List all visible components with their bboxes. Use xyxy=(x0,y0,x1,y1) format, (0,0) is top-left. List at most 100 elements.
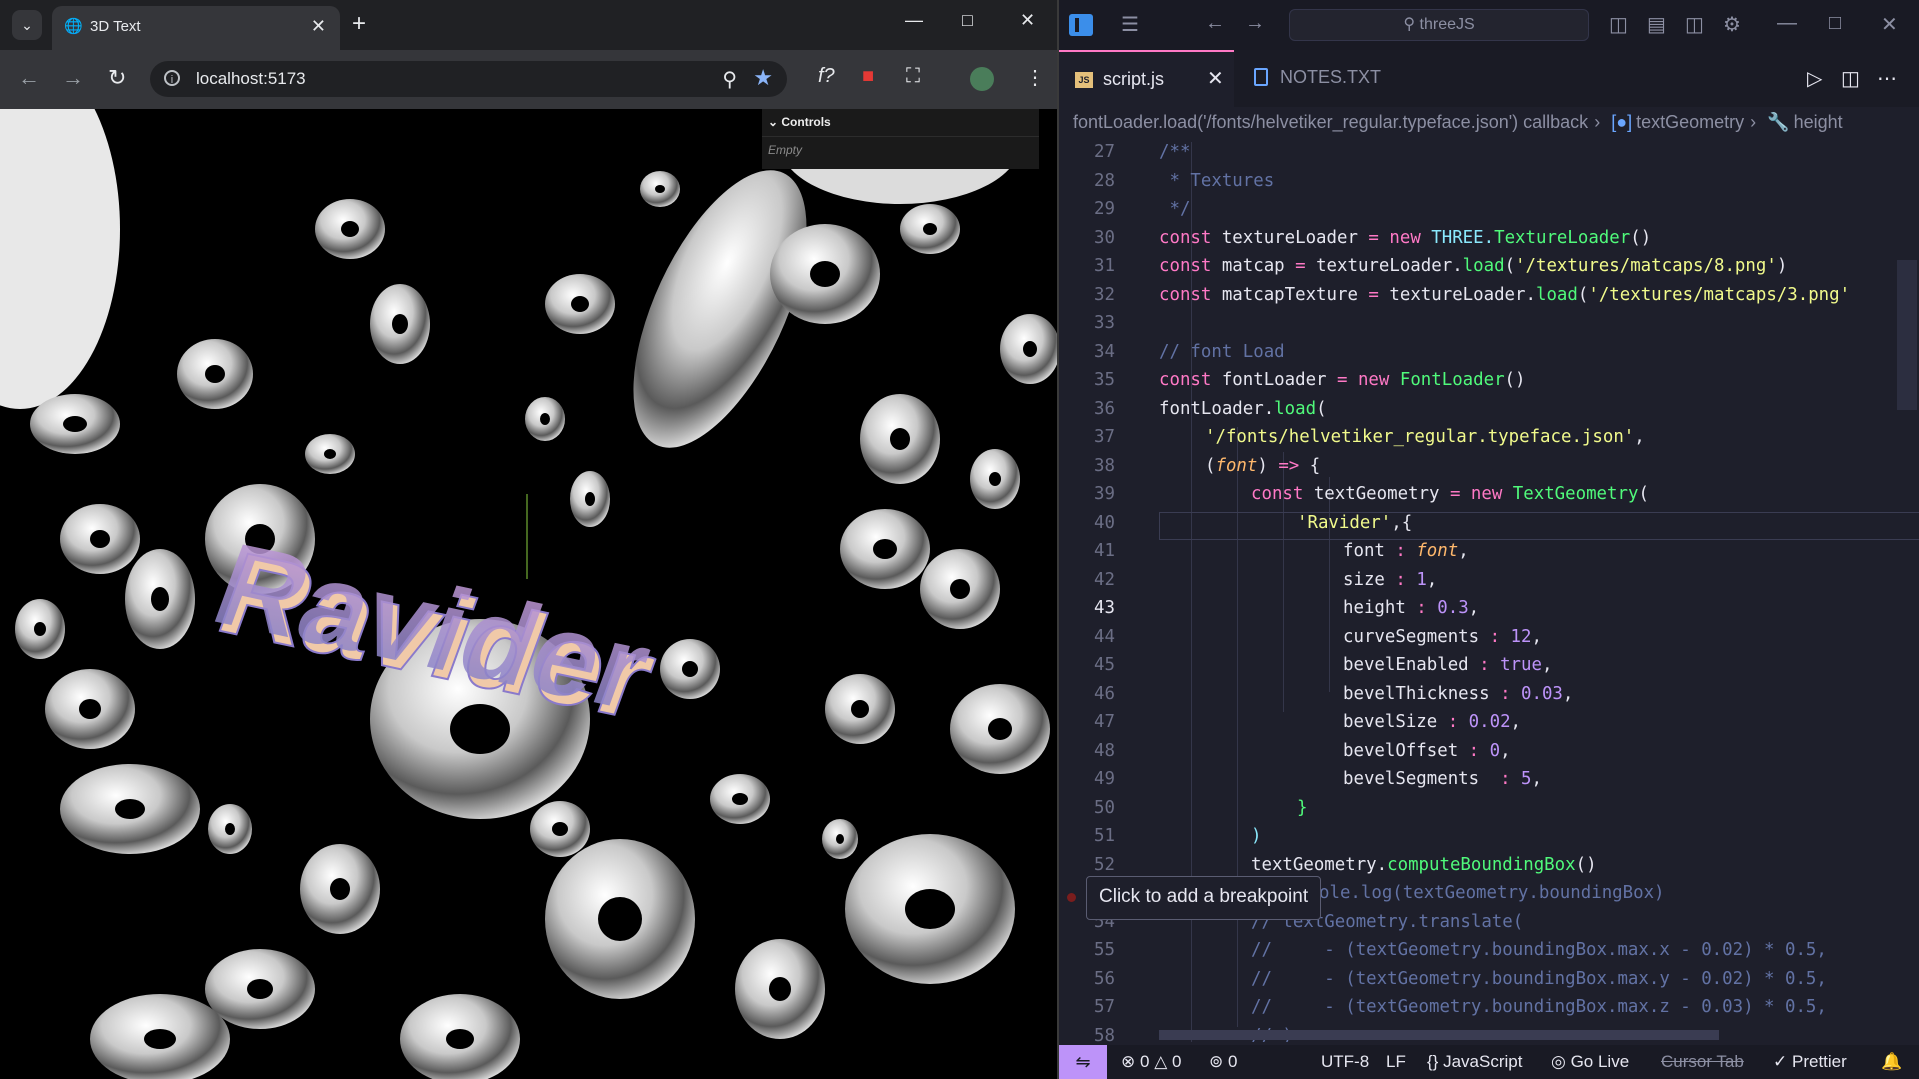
code-token: ( xyxy=(1577,284,1589,305)
lock-extension-icon[interactable]: ■ xyxy=(862,65,874,88)
encoding-indicator[interactable]: UTF-8 xyxy=(1321,1045,1369,1079)
function-extension-icon[interactable]: f? xyxy=(818,65,835,88)
code-text: * Textures xyxy=(1159,170,1275,191)
site-info-icon[interactable]: i xyxy=(164,70,180,86)
symbol-variable-icon: [●] xyxy=(1611,112,1633,132)
controls-header[interactable]: ⌄ Controls xyxy=(762,109,1039,137)
code-token: TextureLoader xyxy=(1494,227,1631,248)
close-window-icon[interactable]: ✕ xyxy=(1881,12,1898,37)
back-icon[interactable]: ← xyxy=(18,65,40,91)
line-number: 56 xyxy=(1094,968,1115,989)
toggle-secondary-sidebar-icon[interactable]: ◫ xyxy=(1685,12,1704,37)
code-text: // - (textGeometry.boundingBox.max.y - 0… xyxy=(1251,968,1827,989)
bell-icon[interactable]: 🔔 xyxy=(1881,1045,1902,1079)
donut xyxy=(950,684,1050,774)
code-text: /** xyxy=(1159,142,1191,162)
go-live-button[interactable]: ◎ Go Live xyxy=(1551,1045,1629,1079)
donut xyxy=(1000,314,1057,384)
code-line: 38 (font) => { xyxy=(1059,456,1919,485)
horizontal-scrollbar[interactable] xyxy=(1159,1030,1719,1040)
code-token: textureLoader. xyxy=(1305,256,1463,276)
code-line: 33 xyxy=(1059,313,1919,342)
donut xyxy=(525,397,565,441)
code-token: textGeometry xyxy=(1303,484,1450,504)
code-token: fontLoader. xyxy=(1159,398,1275,419)
donut xyxy=(400,994,520,1079)
ports-indicator[interactable]: ⊚ 0 xyxy=(1209,1045,1237,1079)
breadcrumb-prop[interactable]: height xyxy=(1794,112,1843,132)
tab-notes-txt[interactable]: NOTES.TXT xyxy=(1236,50,1436,107)
line-number: 27 xyxy=(1094,142,1115,162)
close-icon[interactable]: ✕ xyxy=(1207,66,1224,91)
maximize-icon[interactable]: □ xyxy=(962,10,973,31)
breadcrumb-symbol[interactable]: textGeometry xyxy=(1636,112,1744,132)
toggle-panel-icon[interactable]: ▤ xyxy=(1647,12,1666,37)
hamburger-menu-icon[interactable]: ☰ xyxy=(1121,12,1139,37)
donut xyxy=(45,669,135,749)
bookmark-star-icon[interactable]: ★ xyxy=(753,65,773,91)
tab-search-icon[interactable]: ⌄ xyxy=(12,10,42,40)
nav-back-icon[interactable]: ← xyxy=(1205,12,1225,35)
prettier-indicator[interactable]: ✓ Prettier xyxy=(1773,1045,1847,1079)
close-icon[interactable]: ✕ xyxy=(311,16,326,37)
line-number: 51 xyxy=(1094,826,1115,846)
close-window-icon[interactable]: ✕ xyxy=(1020,10,1035,31)
code-line: 56 // - (textGeometry.boundingBox.max.y -… xyxy=(1059,969,1919,998)
language-indicator[interactable]: {} JavaScript xyxy=(1427,1045,1522,1079)
code-token: new xyxy=(1347,370,1400,390)
webgl-canvas[interactable]: Ravider Ravider ⌄ Controls Empty xyxy=(0,109,1057,1079)
gear-icon[interactable]: ⚙ xyxy=(1723,12,1741,37)
breakpoint-hint-dot[interactable] xyxy=(1067,893,1076,902)
minimize-icon[interactable]: — xyxy=(1777,12,1797,35)
maximize-icon[interactable]: □ xyxy=(1829,12,1841,35)
browser-tab[interactable]: 🌐 3D Text ✕ xyxy=(52,6,340,50)
donut xyxy=(545,839,695,999)
breadcrumb-callback[interactable]: fontLoader.load('/fonts/helvetiker_regul… xyxy=(1073,112,1588,132)
code-line: 41 font : font, xyxy=(1059,541,1919,570)
extensions-puzzle-icon[interactable]: ⛶ xyxy=(906,65,920,88)
reload-icon[interactable]: ↻ xyxy=(108,65,126,91)
problems-indicator[interactable]: ⊗ 0 △ 0 xyxy=(1121,1045,1181,1079)
code-token: : xyxy=(1416,598,1427,618)
code-token: load xyxy=(1274,398,1317,419)
donut xyxy=(208,804,252,854)
code-token: 'Ravider' xyxy=(1297,512,1392,533)
breakpoint-tooltip: Click to add a breakpoint xyxy=(1086,876,1322,920)
vertical-scrollbar[interactable] xyxy=(1897,260,1917,410)
remote-indicator-icon[interactable]: ⇋ xyxy=(1059,1045,1107,1079)
code-token: , xyxy=(1458,541,1469,561)
code-line: 36 fontLoader.load( xyxy=(1059,399,1919,428)
code-token: bevelEnabled xyxy=(1343,655,1480,675)
command-center-search[interactable]: ⚲ threeJS xyxy=(1289,9,1589,41)
new-tab-icon[interactable]: + xyxy=(352,10,366,38)
minimize-icon[interactable]: — xyxy=(905,10,923,31)
donut xyxy=(640,171,680,207)
code-token: textureLoader xyxy=(1211,227,1369,248)
code-token: new xyxy=(1378,227,1432,248)
split-editor-icon[interactable]: ◫ xyxy=(1841,66,1860,91)
javascript-file-icon: JS xyxy=(1075,72,1093,88)
donut xyxy=(970,449,1020,509)
eol-indicator[interactable]: LF xyxy=(1386,1045,1406,1079)
code-token: = xyxy=(1295,256,1306,276)
menu-icon[interactable]: ⋮ xyxy=(1025,65,1045,90)
nav-forward-icon[interactable]: → xyxy=(1245,12,1265,35)
toggle-sidebar-icon[interactable]: ◫ xyxy=(1609,12,1628,37)
address-bar[interactable]: i localhost:5173 ⚲ ★ xyxy=(150,61,787,97)
tab-script-js[interactable]: JS script.js ✕ xyxy=(1059,50,1234,107)
line-number: 38 xyxy=(1094,455,1115,476)
zoom-icon[interactable]: ⚲ xyxy=(722,67,737,92)
donut xyxy=(840,509,930,589)
donut xyxy=(770,224,880,324)
code-token: , xyxy=(1510,712,1522,732)
cursor-tab-indicator[interactable]: Cursor Tab xyxy=(1661,1045,1744,1079)
line-number: 41 xyxy=(1094,541,1115,561)
profile-avatar-icon[interactable] xyxy=(970,67,994,91)
run-icon[interactable]: ▷ xyxy=(1807,66,1822,91)
forward-icon[interactable]: → xyxy=(62,65,84,91)
code-token: : xyxy=(1489,626,1501,647)
error-icon: ⊗ xyxy=(1121,1052,1136,1071)
more-actions-icon[interactable]: ⋯ xyxy=(1877,66,1897,91)
line-number: 31 xyxy=(1094,256,1115,276)
code-token: font xyxy=(1343,541,1396,561)
